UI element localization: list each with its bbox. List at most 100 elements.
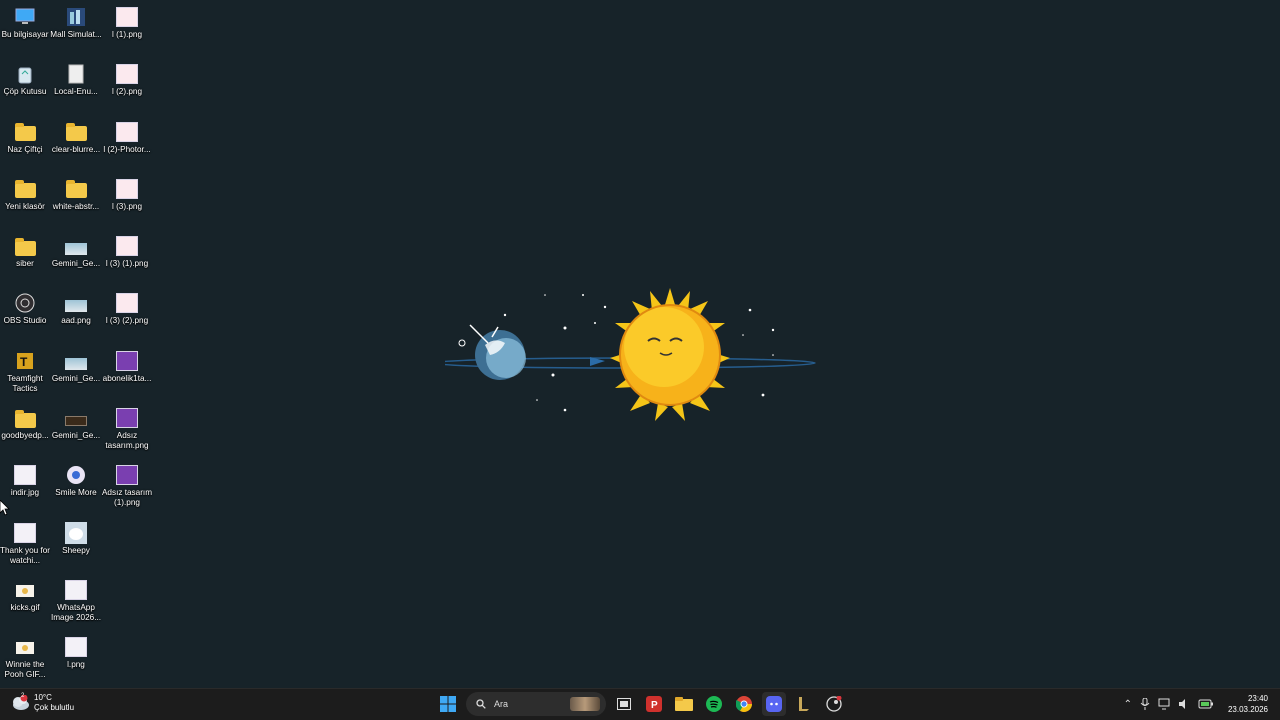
desktop-icon-label: Gemini_Ge... [51,259,101,269]
desktop-icon-label: abonelik1ta... [102,373,152,383]
image-icon [65,636,87,658]
folder-icon [65,178,87,200]
image-icon [65,235,87,257]
desktop-icon-label: OBS Studio [3,316,47,326]
file-explorer-icon[interactable] [672,692,696,716]
desktop-icon[interactable]: abonelik1ta... [102,346,152,403]
desktop-icon[interactable]: Gemini_Ge... [51,346,101,403]
image-icon [65,407,87,429]
clock-time: 23:40 [1247,694,1268,703]
desktop-icon[interactable]: T Teamfight Tactics [0,346,50,403]
folder-icon [14,178,36,200]
chrome-icon[interactable] [732,692,756,716]
desktop-icon[interactable]: aad.png [51,288,101,345]
weather-widget[interactable]: 2 10°C Çok bulutlu [10,693,74,713]
taskbar: 2 10°C Çok bulutlu Ara P ⌃ 23:40 23.03.2… [0,688,1280,720]
image-icon [116,63,138,85]
folder-icon [65,121,87,143]
wallpaper-sun-earth-illustration [445,288,816,421]
microphone-icon[interactable] [1140,698,1150,710]
folder-icon [14,407,36,429]
desktop-icon[interactable]: Mall Simulat... [50,2,102,59]
search-placeholder: Ara [494,699,509,709]
task-view-icon[interactable] [612,692,636,716]
desktop-icon[interactable]: Naz Çiftçi [0,117,50,174]
windows-start-icon[interactable] [436,692,460,716]
desktop-icon-label: goodbyedp... [1,431,49,441]
pocket-icon[interactable]: P [642,692,666,716]
desktop-icon[interactable]: Adsız tasarım (1).png [102,460,152,517]
desktop-icon[interactable]: white-abstr... [51,174,101,231]
svg-text:T: T [20,355,28,369]
desktop-icon[interactable]: Gemini_Ge... [51,231,101,288]
desktop-icon[interactable]: l (1).png [102,2,152,59]
desktop-icon[interactable]: l (3) (1).png [102,231,152,288]
cloud-icon: 2 [10,693,29,711]
sheep-icon [65,521,87,544]
desktop-icon-label: Winnie the Pooh GIF... [4,660,46,680]
desktop-icon[interactable]: WhatsApp Image 2026... [51,575,101,632]
clock-date: 23.03.2026 [1227,705,1268,714]
desktop-icon-label: clear-blurre... [51,144,101,154]
desktop-icon-label: l (3) (1).png [105,259,149,269]
desktop-icon[interactable]: Smile More [51,460,101,517]
weather-badge: 2 [21,693,25,699]
desktop-icon[interactable]: l (3).png [102,174,152,231]
desktop-icon[interactable]: Gemini_Ge... [51,403,101,460]
desktop-icon-label: l.png [67,660,85,670]
svg-text:P: P [651,700,658,711]
desktop-icon-label: Naz Çiftçi [7,144,43,154]
desktop-icon-grid: Bu bilgisayar Çöp Kutusu Naz Çiftçi Yeni kl… [0,2,152,690]
desktop-icon[interactable]: clear-blurre... [51,117,101,174]
image-icon [116,464,138,486]
desktop-icon-label: Çöp Kutusu [3,87,47,97]
image-icon [65,579,87,601]
steam-icon[interactable] [822,692,846,716]
desktop-icon-label: l (3).png [111,201,143,211]
desktop-icon[interactable]: Çöp Kutusu [0,59,50,116]
battery-icon[interactable] [1198,698,1214,710]
desktop-icon-label: siber [16,259,34,269]
desktop-icon[interactable]: Adsız tasarım.png [102,403,152,460]
image-icon [116,6,138,28]
image-icon [116,235,138,257]
desktop-icon[interactable]: Sheepy [51,518,101,575]
app-icon [65,464,87,486]
desktop-icon-label: white-abstr... [52,201,100,211]
system-tray: ⌃ 23:40 23.03.2026 [1124,693,1268,715]
desktop-icon[interactable]: l (2)-Photor... [102,117,152,174]
clock[interactable]: 23:40 23.03.2026 [1228,693,1268,715]
desktop-icon-label: indir.jpg [10,488,40,498]
desktop-icon[interactable]: l (3) (2).png [102,288,152,345]
discord-icon[interactable] [762,692,786,716]
search-box[interactable]: Ara [466,692,606,716]
desktop-icon-label: WhatsApp Image 2026... [50,602,102,622]
desktop-icon[interactable]: Winnie the Pooh GIF... [0,632,50,689]
desktop-icon-label: Mall Simulat... [50,30,102,39]
desktop-icon[interactable]: OBS Studio [0,288,50,345]
tft-icon: T [14,350,36,372]
chevron-up-icon[interactable]: ⌃ [1124,699,1132,710]
speaker-icon[interactable] [1178,698,1190,710]
desktop-icon[interactable]: Thank you for watchi... [0,518,50,575]
spotify-icon[interactable] [702,692,726,716]
desktop-icon[interactable]: l (2).png [102,59,152,116]
search-highlight-image [570,697,600,711]
league-icon[interactable] [792,692,816,716]
image-icon [65,292,87,314]
network-icon[interactable] [1158,698,1170,710]
image-icon [116,121,138,143]
desktop-icon[interactable]: kicks.gif [0,575,50,632]
desktop-icon[interactable]: siber [0,231,50,288]
desktop-icon[interactable]: goodbyedp... [0,403,50,460]
mouse-cursor [0,500,10,516]
weather-temp: 10°C [34,693,52,702]
desktop-icon[interactable]: l.png [51,632,101,689]
desktop-icon-label: Sheepy [62,545,90,555]
desktop-icon[interactable]: Local-Enu... [51,59,101,116]
desktop-icon-label: Gemini_Ge... [51,373,101,383]
desktop-icon[interactable]: Yeni klasör [0,174,50,231]
image-icon [116,407,138,429]
desktop-icon-label: Smile More [55,488,97,498]
desktop-icon[interactable]: Bu bilgisayar [0,2,50,59]
